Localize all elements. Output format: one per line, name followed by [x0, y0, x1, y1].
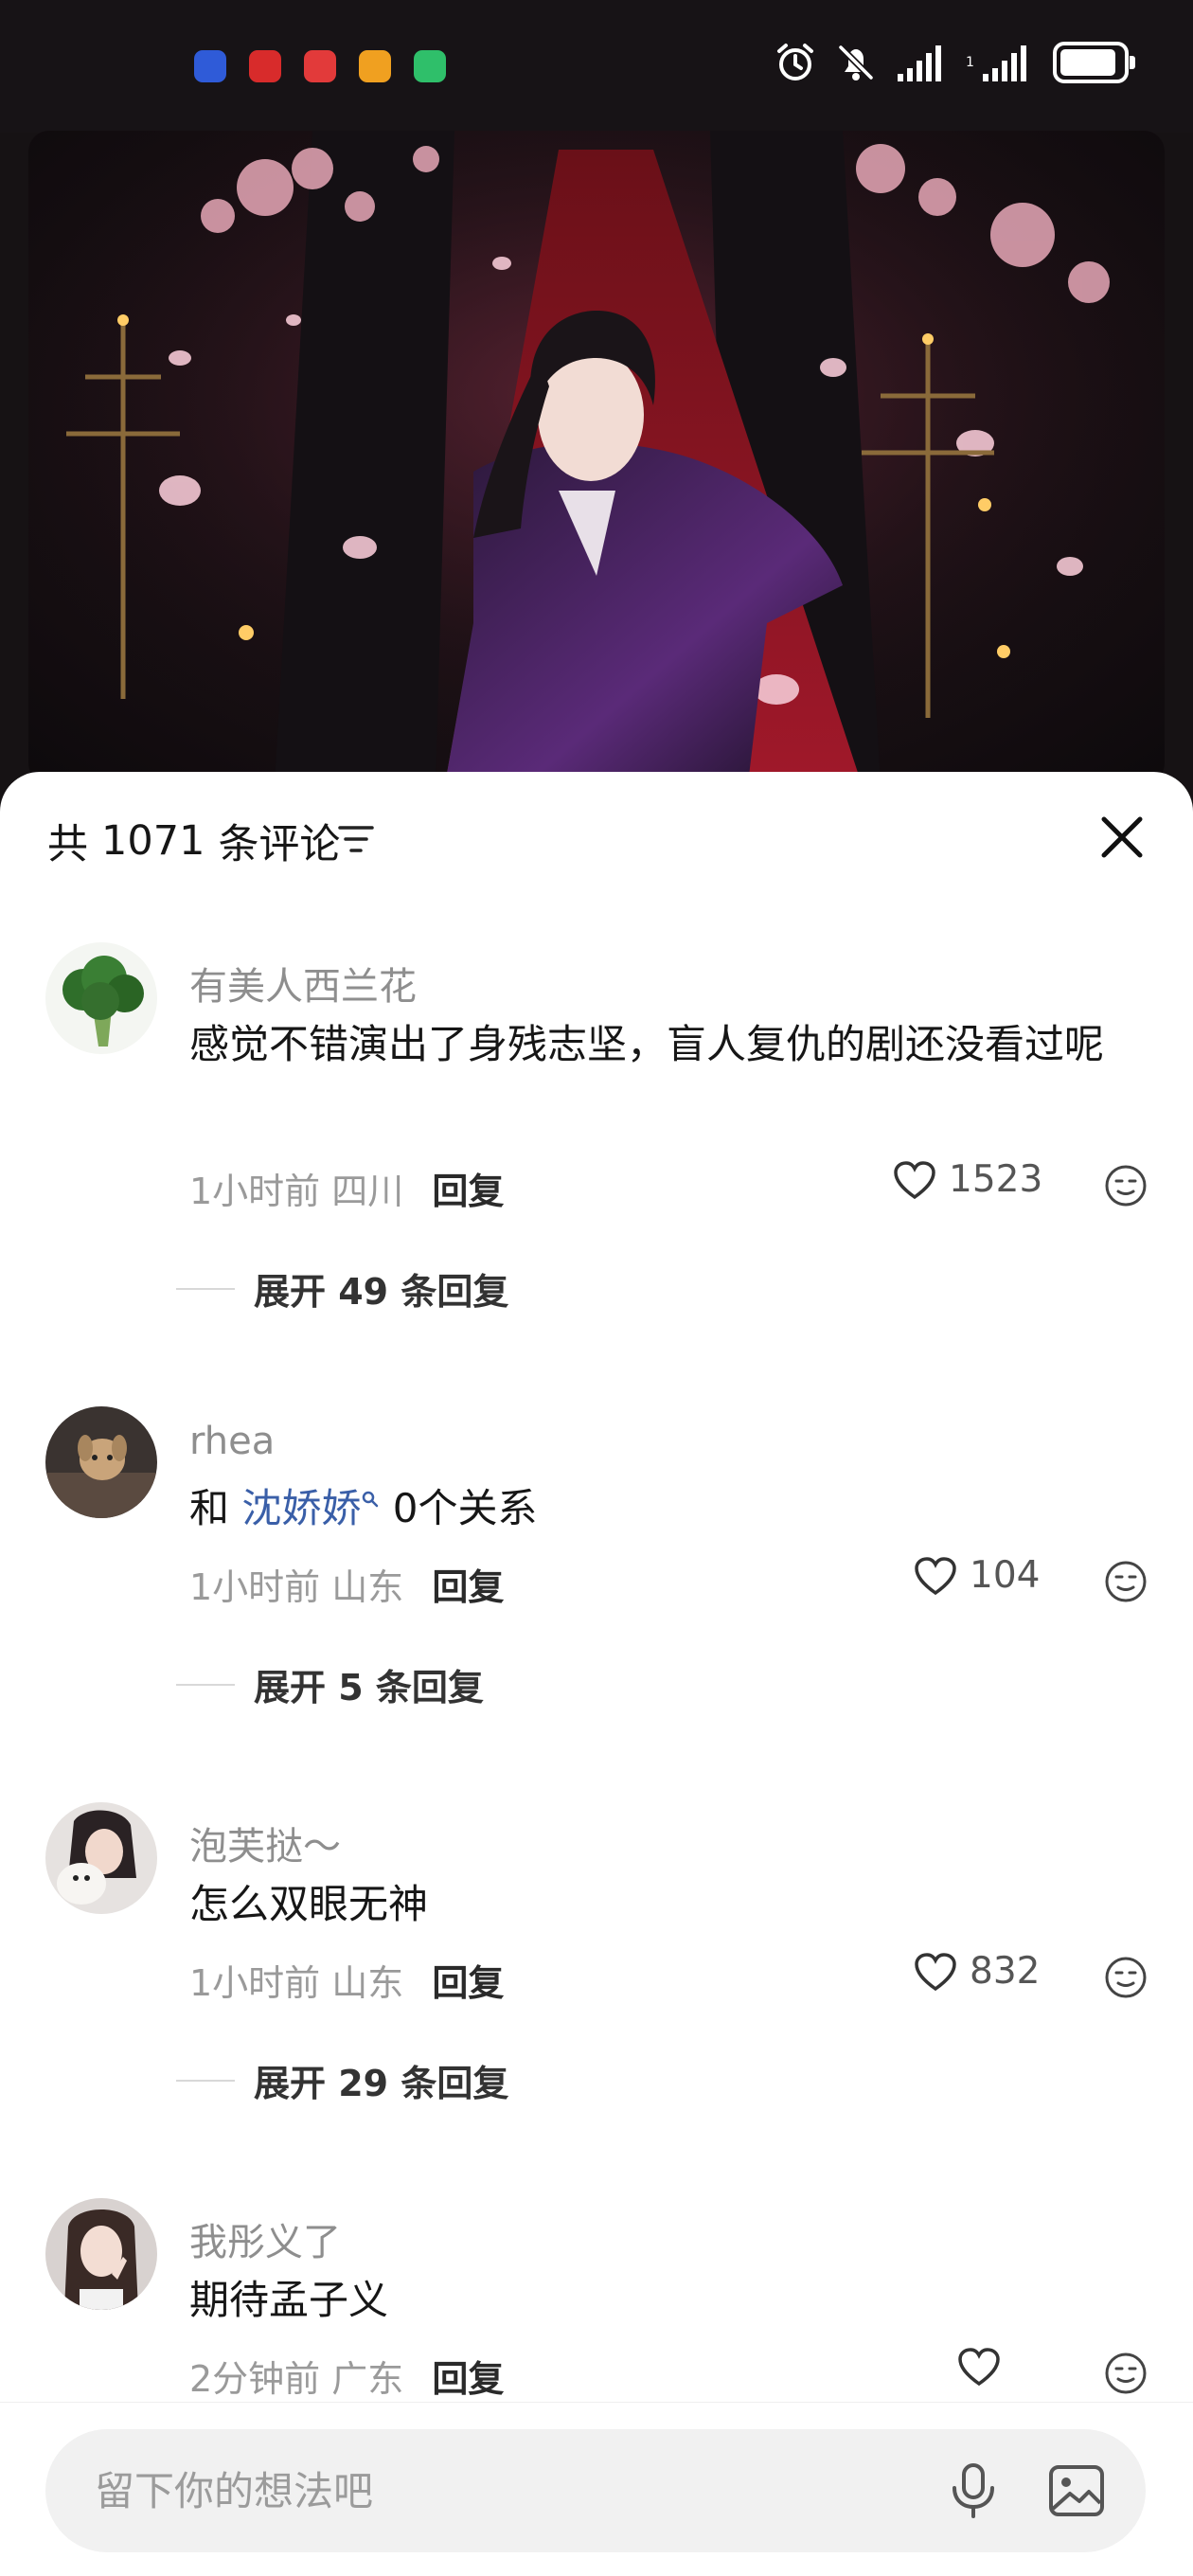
avatar[interactable] — [45, 2198, 157, 2310]
avatar[interactable] — [45, 1406, 157, 1518]
system-icons: 1 — [775, 42, 1135, 83]
microphone-icon[interactable] — [945, 2461, 1002, 2520]
comment-count: 1071 — [101, 817, 205, 865]
comment-input-container[interactable] — [45, 2429, 1146, 2552]
comment-text: 和 沈娇娇 0个关系 — [189, 1475, 1136, 1543]
heart-icon — [915, 1556, 956, 1595]
divider-line — [176, 2079, 235, 2082]
expand-replies-label: 展开 29 条回复 — [254, 2063, 509, 2104]
dog-avatar-image — [45, 1406, 157, 1518]
comment-meta: 1小时前 山东 回复 — [189, 1558, 504, 1610]
notification-app-icon — [304, 50, 336, 82]
comment-count-title: 共 1071 条评论 — [47, 812, 340, 870]
comment-text: 期待孟子义 — [189, 2277, 389, 2323]
user-mention-link[interactable]: 沈娇娇 — [241, 1485, 361, 1531]
notification-app-icon — [194, 50, 226, 82]
svg-text:1: 1 — [966, 55, 974, 70]
divider-line — [176, 1287, 235, 1290]
broccoli-avatar-image — [45, 942, 157, 1054]
reply-button[interactable]: 回复 — [432, 1566, 504, 1608]
reply-button[interactable]: 回复 — [432, 1962, 504, 2004]
comment-location: 山东 — [331, 1962, 404, 2004]
notification-app-icon — [249, 50, 281, 82]
reply-button[interactable]: 回复 — [432, 2358, 504, 2400]
comment-location: 四川 — [331, 1171, 404, 1212]
like-count: 104 — [970, 1554, 1041, 1597]
battery-level — [1060, 49, 1115, 76]
like-count: 832 — [970, 1950, 1041, 1993]
emoji-reaction-icon[interactable] — [1104, 1956, 1148, 1999]
heart-icon — [958, 2348, 1000, 2387]
like-button[interactable]: 1523 — [892, 1158, 1042, 1201]
comment-meta: 1小时前 山东 回复 — [189, 1954, 504, 2006]
notification-app-icon — [414, 50, 446, 82]
expand-replies-button[interactable]: 展开 29 条回复 — [176, 2054, 508, 2106]
search-icon — [363, 1491, 379, 1508]
comment-meta: 2分钟前 广东 回复 — [189, 2350, 504, 2402]
heart-icon — [915, 1952, 956, 1991]
expand-replies-label: 展开 49 条回复 — [254, 1271, 509, 1313]
signal-icon — [898, 45, 941, 81]
signal-4g-icon: 1 — [966, 45, 1026, 81]
avatar[interactable] — [45, 1802, 157, 1914]
battery-icon — [1053, 42, 1135, 83]
heart-icon — [894, 1160, 935, 1199]
comment-text-suffix: 0个关系 — [380, 1485, 538, 1531]
notification-icons — [194, 50, 446, 82]
comment-time: 1小时前 — [189, 1566, 321, 1608]
comment-username[interactable]: rhea — [189, 1420, 275, 1463]
emoji-reaction-icon[interactable] — [1104, 2352, 1148, 2395]
status-bar: 1 — [0, 0, 1193, 133]
comment-text-prefix: 和 — [189, 1485, 242, 1531]
like-button[interactable] — [956, 2346, 1013, 2388]
comment-location: 山东 — [331, 1566, 404, 1608]
alarm-icon — [777, 44, 813, 80]
woman-avatar-image — [45, 2198, 157, 2310]
divider-line — [176, 1683, 235, 1686]
comment-count-suffix: 条评论 — [218, 821, 341, 868]
mute-icon — [838, 45, 874, 80]
video-player[interactable] — [28, 131, 1165, 784]
comment-sheet-header: 共 1071 条评论 — [0, 772, 1193, 904]
expand-replies-button[interactable]: 展开 5 条回复 — [176, 1658, 484, 1710]
comment-sheet: 共 1071 条评论 有美人西兰花 感觉不错演出了身残志坚，盲人复仇的剧还没看过… — [0, 772, 1193, 2576]
comment-input-bar — [0, 2402, 1193, 2576]
comment-count-prefix: 共 — [47, 821, 88, 868]
like-button[interactable]: 832 — [913, 1950, 1040, 1993]
image-icon[interactable] — [1047, 2461, 1106, 2520]
notification-app-icon — [359, 50, 391, 82]
comment-time: 2分钟前 — [189, 2358, 321, 2400]
comment-username[interactable]: 有美人西兰花 — [189, 956, 417, 1011]
expand-replies-button[interactable]: 展开 49 条回复 — [176, 1262, 508, 1315]
comment-text: 怎么双眼无神 — [189, 1881, 429, 1927]
comment-time: 1小时前 — [189, 1962, 321, 2004]
emoji-reaction-icon[interactable] — [1104, 1164, 1148, 1208]
reply-button[interactable]: 回复 — [432, 1171, 504, 1212]
comment-time: 1小时前 — [189, 1171, 321, 1212]
girl-with-dog-avatar-image — [45, 1802, 157, 1914]
comment-location: 广东 — [331, 2358, 404, 2400]
comment-meta: 1小时前 四川 回复 — [189, 1162, 504, 1214]
expand-replies-label: 展开 5 条回复 — [254, 1667, 484, 1708]
emoji-reaction-icon[interactable] — [1104, 1560, 1148, 1603]
filter-icon[interactable] — [337, 822, 375, 856]
comment-text: 感觉不错演出了身残志坚，盲人复仇的剧还没看过呢 — [189, 1021, 1105, 1067]
comment-input[interactable] — [95, 2458, 928, 2524]
comment-username[interactable]: 我彤义了 — [189, 2211, 341, 2266]
close-icon[interactable] — [1096, 812, 1148, 863]
video-still-image — [28, 131, 1165, 784]
comment-username[interactable]: 泡芙挞～ — [189, 1816, 341, 1870]
like-button[interactable]: 104 — [913, 1554, 1040, 1597]
like-count: 1523 — [949, 1158, 1043, 1201]
avatar[interactable] — [45, 942, 157, 1054]
